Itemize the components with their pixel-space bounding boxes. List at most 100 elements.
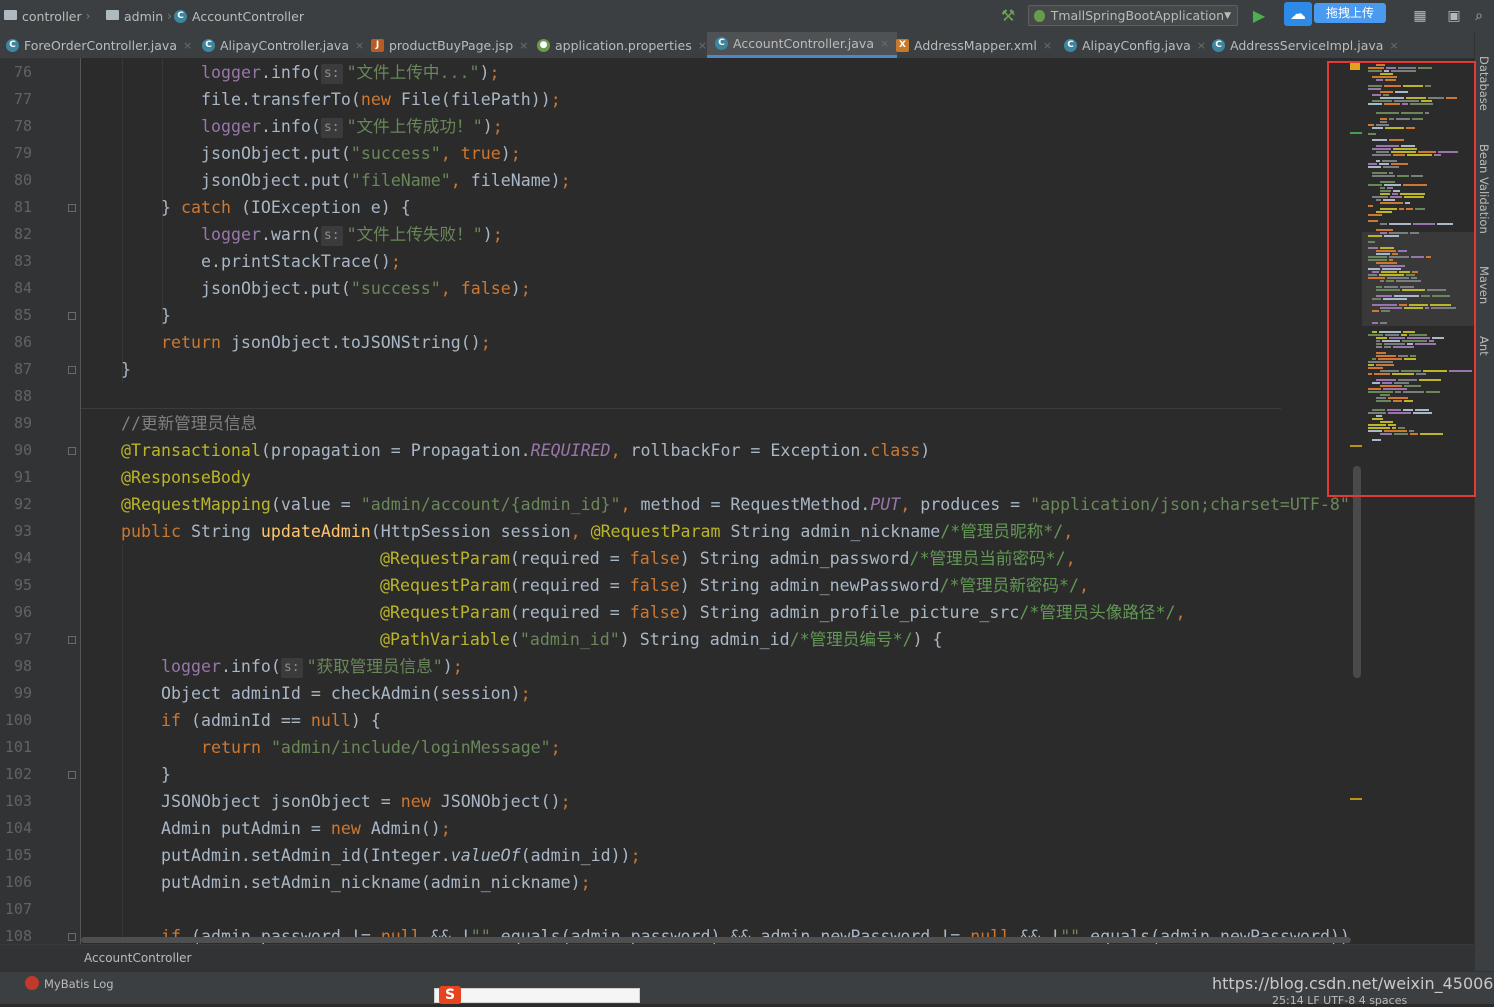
close-icon[interactable]: ×	[880, 37, 889, 50]
close-icon[interactable]: ×	[519, 39, 528, 52]
code-line: @ResponseBody	[121, 468, 251, 487]
build-hammer-icon[interactable]: ⚒	[998, 6, 1018, 26]
tab-label: AlipayController.java	[220, 37, 349, 53]
fold-marker-icon[interactable]	[68, 636, 76, 644]
run-play-icon[interactable]: ▶	[1250, 6, 1268, 26]
line-number: 87	[13, 360, 32, 378]
close-icon[interactable]: ×	[1197, 39, 1206, 52]
close-icon[interactable]: ×	[355, 39, 364, 52]
warning-marker[interactable]	[1350, 798, 1362, 800]
tab-productbuypage[interactable]: J productBuyPage.jsp ×	[371, 32, 528, 58]
tab-addressserviceimpl[interactable]: C AddressServiceImpl.java ×	[1212, 32, 1399, 58]
horizontal-scrollbar[interactable]	[81, 937, 1353, 943]
code-line: putAdmin.setAdmin_id(Integer.valueOf(adm…	[161, 846, 641, 865]
code-line: }	[161, 765, 171, 784]
fold-marker-icon[interactable]	[68, 312, 76, 320]
mybatis-bird-icon	[25, 976, 39, 990]
code-line: return jsonObject.toJSONString();	[161, 333, 491, 352]
code-line: return "admin/include/loginMessage";	[201, 738, 561, 757]
line-number: 107	[4, 900, 32, 918]
code-line: @RequestMapping(value = "admin/account/{…	[121, 495, 1353, 514]
code-line: logger.info(s: "文件上传中...");	[201, 63, 500, 84]
breadcrumb-admin[interactable]: admin ›	[106, 7, 178, 25]
tab-label: AlipayConfig.java	[1082, 37, 1191, 53]
status-bar-info: 25:14 LF UTF-8 4 spaces	[1272, 994, 1408, 1007]
line-number: 83	[13, 252, 32, 270]
window-layout-icon[interactable]: ▣	[1445, 7, 1463, 25]
ime-toolbar[interactable]: S	[434, 986, 640, 1004]
line-number: 102	[4, 765, 32, 783]
folder-icon	[4, 10, 17, 20]
fold-marker-icon[interactable]	[68, 366, 76, 374]
close-icon[interactable]: ×	[183, 39, 192, 52]
baidu-cloud-icon[interactable]: ☁	[1284, 2, 1312, 26]
fold-marker-icon[interactable]	[68, 447, 76, 455]
fold-marker-icon[interactable]	[68, 771, 76, 779]
code-line: }	[121, 360, 131, 379]
editor-breadcrumb-item[interactable]: AccountController	[84, 951, 191, 965]
java-class-icon: C	[1212, 38, 1225, 52]
code-line: logger.warn(s: "文件上传失败！");	[201, 225, 503, 246]
tab-addressmapper[interactable]: X AddressMapper.xml ×	[896, 32, 1052, 58]
code-line: jsonObject.put("success", false);	[201, 279, 531, 298]
line-number-gutter[interactable]: 76 77 78 79 80 81 82 83 84 85 86 87 88 8…	[0, 58, 81, 944]
scrollbar-thumb[interactable]	[81, 937, 1351, 943]
tab-alipaycontroller[interactable]: C AlipayController.java ×	[202, 32, 364, 58]
code-line: jsonObject.put("success", true);	[201, 144, 521, 163]
line-number: 78	[13, 117, 32, 135]
tab-foreordercontroller[interactable]: C ForeOrderController.java ×	[6, 32, 192, 58]
code-line: file.transferTo(new File(filePath));	[201, 90, 561, 109]
close-icon[interactable]: ×	[1389, 39, 1398, 52]
breadcrumb-accountcontroller[interactable]: C AccountController	[174, 7, 304, 25]
line-number: 100	[4, 711, 32, 729]
code-line: e.printStackTrace();	[201, 252, 401, 271]
jsp-file-icon: J	[371, 38, 384, 52]
close-icon[interactable]: ×	[1043, 39, 1052, 52]
xml-file-icon: X	[896, 38, 909, 52]
line-number: 104	[4, 819, 32, 837]
tab-accountcontroller[interactable]: C AccountController.java ×	[707, 32, 898, 58]
fold-marker-icon[interactable]	[68, 204, 76, 212]
line-number: 97	[13, 630, 32, 648]
run-configuration-label: TmallSpringBootApplication	[1050, 8, 1225, 23]
line-number: 81	[13, 198, 32, 216]
code-line: Admin putAdmin = new Admin();	[161, 819, 451, 838]
upload-button[interactable]: 拖拽上传	[1314, 3, 1386, 23]
right-tool-strip: Database Bean Validation Maven Ant	[1474, 32, 1494, 972]
indent-guide	[162, 58, 163, 328]
search-icon[interactable]: ⌕	[1470, 7, 1488, 25]
sogou-input-icon[interactable]: S	[439, 986, 461, 1004]
line-number: 85	[13, 306, 32, 324]
code-line: jsonObject.put("fileName", fileName);	[201, 171, 571, 190]
ant-tool-tab[interactable]: Ant	[1477, 336, 1491, 356]
line-number: 88	[13, 387, 32, 405]
tab-label: productBuyPage.jsp	[389, 37, 514, 53]
tab-label: ForeOrderController.java	[24, 37, 177, 53]
tab-alipayconfig[interactable]: C AlipayConfig.java ×	[1064, 32, 1206, 58]
breadcrumb-controller[interactable]: controller ›	[4, 7, 96, 25]
mybatis-log-tab[interactable]: MyBatis Log	[44, 977, 114, 991]
run-configuration-select[interactable]: TmallSpringBootApplication ▼	[1028, 5, 1238, 26]
line-number: 105	[4, 846, 32, 864]
bean-validation-tool-tab[interactable]: Bean Validation	[1477, 144, 1491, 234]
line-number: 99	[13, 684, 32, 702]
close-icon[interactable]: ×	[698, 39, 707, 52]
tab-label: AccountController.java	[733, 36, 874, 51]
line-number: 80	[13, 171, 32, 189]
line-number: 82	[13, 225, 32, 243]
java-class-icon: C	[202, 38, 215, 52]
code-line: Object adminId = checkAdmin(session);	[161, 684, 531, 703]
database-tool-tab[interactable]: Database	[1477, 56, 1491, 111]
line-number: 103	[4, 792, 32, 810]
vertical-scrollbar[interactable]	[1353, 466, 1361, 678]
code-editor[interactable]: logger.info(s: "文件上传中..."); file.transfer…	[81, 58, 1353, 944]
project-structure-icon[interactable]: ▦	[1411, 7, 1429, 25]
tab-application-properties[interactable]: ● application.properties ×	[537, 32, 707, 58]
maven-tool-tab[interactable]: Maven	[1477, 266, 1491, 304]
properties-file-icon: ●	[537, 38, 550, 52]
dropdown-arrow-icon: ▼	[1224, 10, 1231, 21]
folder-icon	[106, 10, 119, 20]
line-number: 79	[13, 144, 32, 162]
code-line: @Transactional(propagation = Propagation…	[121, 441, 931, 460]
fold-marker-icon[interactable]	[68, 933, 76, 941]
